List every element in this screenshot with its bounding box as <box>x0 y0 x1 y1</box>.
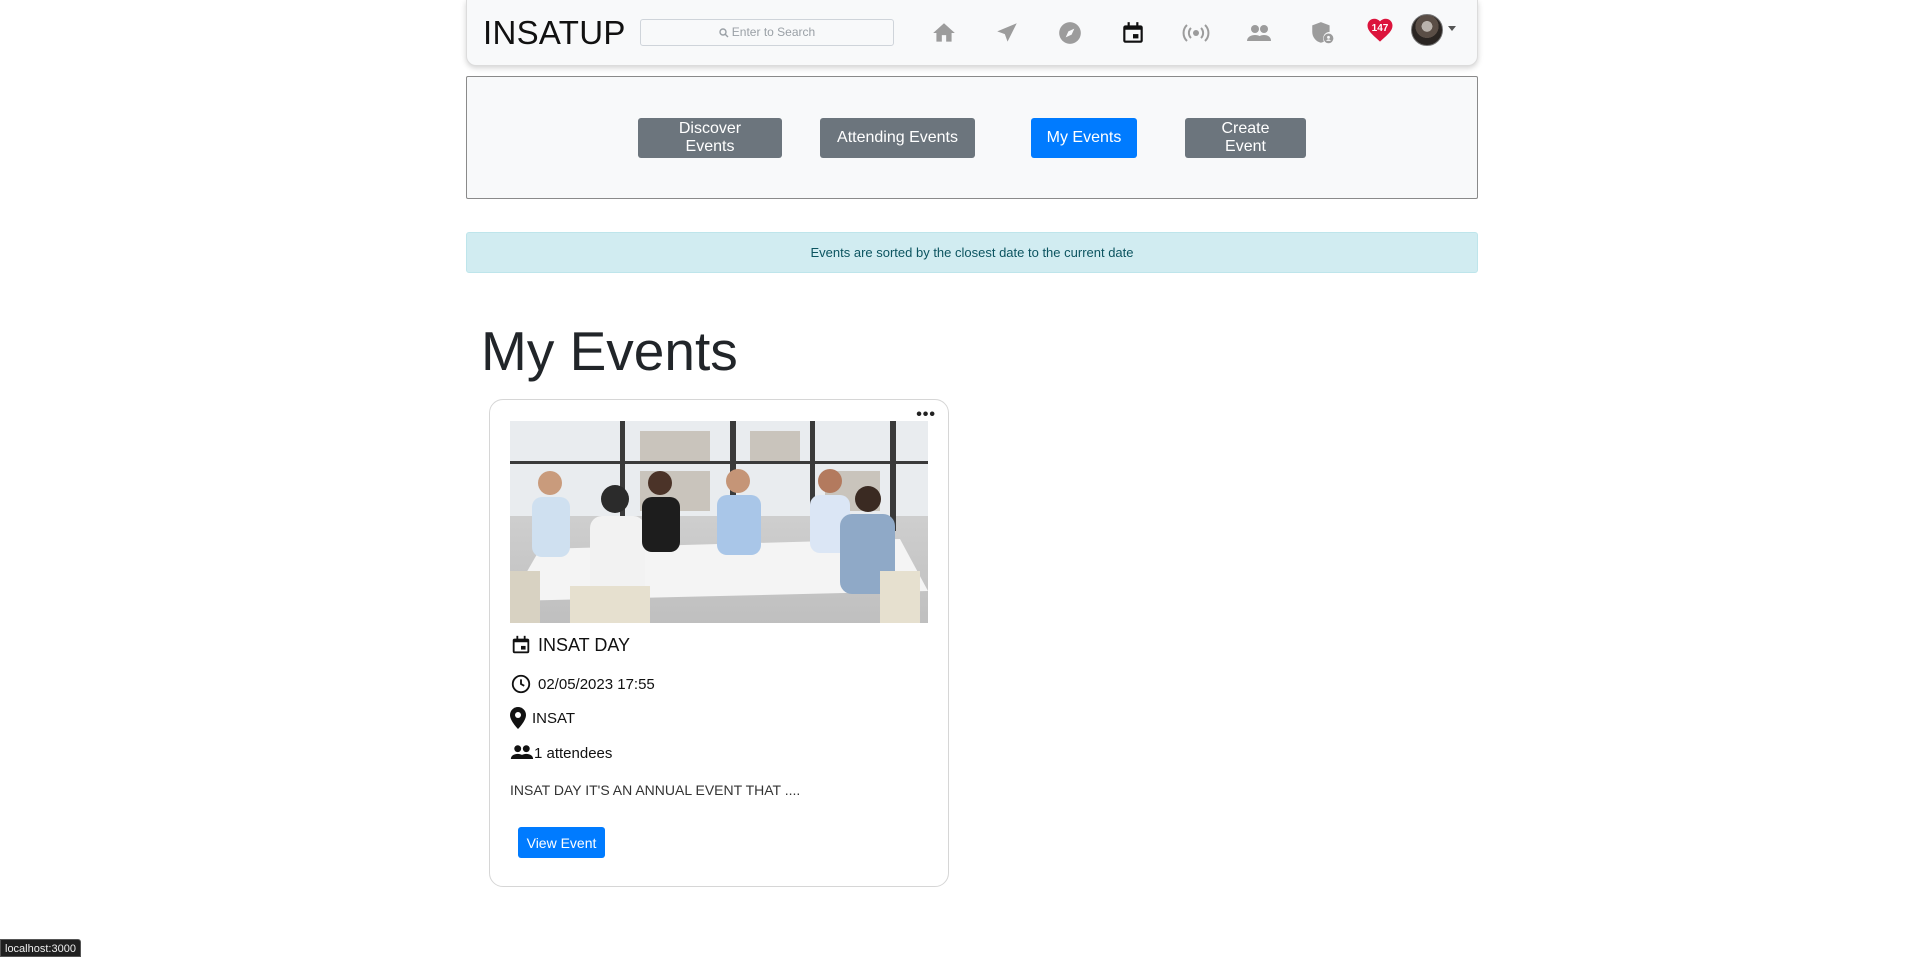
top-navbar: INSATUP Enter to Search 147 <box>466 0 1478 66</box>
brand-logo[interactable]: INSATUP <box>483 14 626 52</box>
event-attendees-row: 1 attendees <box>510 743 612 763</box>
events-tab-panel: Discover Events Attending Events My Even… <box>466 76 1478 199</box>
event-datetime: 02/05/2023 17:55 <box>538 675 655 693</box>
sort-info-alert: Events are sorted by the closest date to… <box>466 232 1478 273</box>
friends-icon[interactable] <box>1241 15 1277 51</box>
avatar[interactable] <box>1411 14 1443 46</box>
event-location-row: INSAT <box>510 707 575 729</box>
heart-count: 147 <box>1371 23 1389 34</box>
search-input[interactable]: Enter to Search <box>640 19 894 46</box>
event-attendees: 1 attendees <box>534 744 613 762</box>
broadcast-icon[interactable] <box>1178 15 1214 51</box>
browser-status-url: localhost:3000 <box>0 939 81 957</box>
admin-shield-icon[interactable] <box>1304 15 1340 51</box>
tab-create-event[interactable]: Create Event <box>1185 118 1306 158</box>
tab-attending-events[interactable]: Attending Events <box>820 118 975 158</box>
send-icon[interactable] <box>989 15 1025 51</box>
tab-my-events[interactable]: My Events <box>1031 118 1137 158</box>
home-icon[interactable] <box>926 15 962 51</box>
search-icon <box>719 27 729 37</box>
page-title: My Events <box>481 320 738 382</box>
clock-icon <box>511 674 531 694</box>
view-event-button[interactable]: View Event <box>518 827 605 858</box>
event-title-row: INSAT DAY <box>510 634 630 656</box>
event-date-row: 02/05/2023 17:55 <box>510 673 655 695</box>
event-card: ••• INSAT DAY 02/05/2023 17:55 INSAT 1 a… <box>489 399 949 887</box>
calendar-icon[interactable] <box>1115 15 1151 51</box>
people-icon <box>510 745 534 759</box>
explore-icon[interactable] <box>1052 15 1088 51</box>
tab-discover-events[interactable]: Discover Events <box>638 118 782 158</box>
calendar-icon <box>512 635 530 654</box>
event-location: INSAT <box>532 709 576 727</box>
event-image <box>510 421 928 623</box>
location-pin-icon <box>510 707 526 729</box>
event-title: INSAT DAY <box>538 634 631 655</box>
search-placeholder: Enter to Search <box>731 25 816 39</box>
chevron-down-icon[interactable] <box>1448 26 1456 31</box>
heart-icon[interactable]: 147 <box>1365 15 1395 45</box>
event-description: INSAT DAY IT'S AN ANNUAL EVENT THAT .... <box>510 782 801 798</box>
